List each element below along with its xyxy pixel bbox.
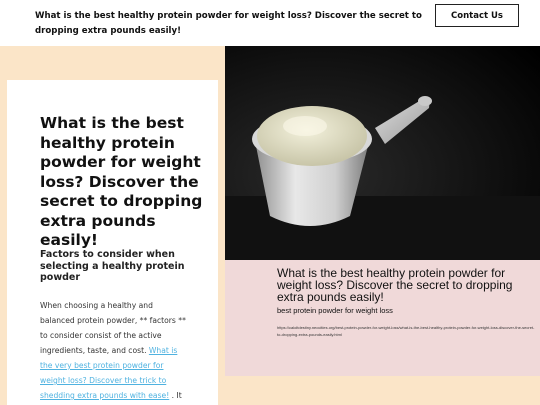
article-heading: What is the best healthy protein powder … <box>40 114 203 249</box>
caption-subtitle: best protein powder for weight loss <box>277 306 393 315</box>
article-subheading: Factors to consider when selecting a hea… <box>40 249 185 283</box>
contact-us-button[interactable]: Contact Us <box>435 4 519 27</box>
header-title: What is the best healthy protein powder … <box>35 11 422 36</box>
protein-scoop-photo <box>225 46 540 260</box>
image-caption: What is the best healthy protein powder … <box>225 260 540 376</box>
site-header: What is the best healthy protein powder … <box>0 0 540 46</box>
protein-scoop-image <box>225 46 540 260</box>
caption-title: What is the best healthy protein powder … <box>277 266 513 304</box>
article-card: What is the best healthy protein powder … <box>7 80 218 405</box>
caption-url[interactable]: https://caloltdestiny.neocities.org/best… <box>277 324 535 338</box>
article-body: When choosing a healthy and balanced pro… <box>40 298 190 405</box>
